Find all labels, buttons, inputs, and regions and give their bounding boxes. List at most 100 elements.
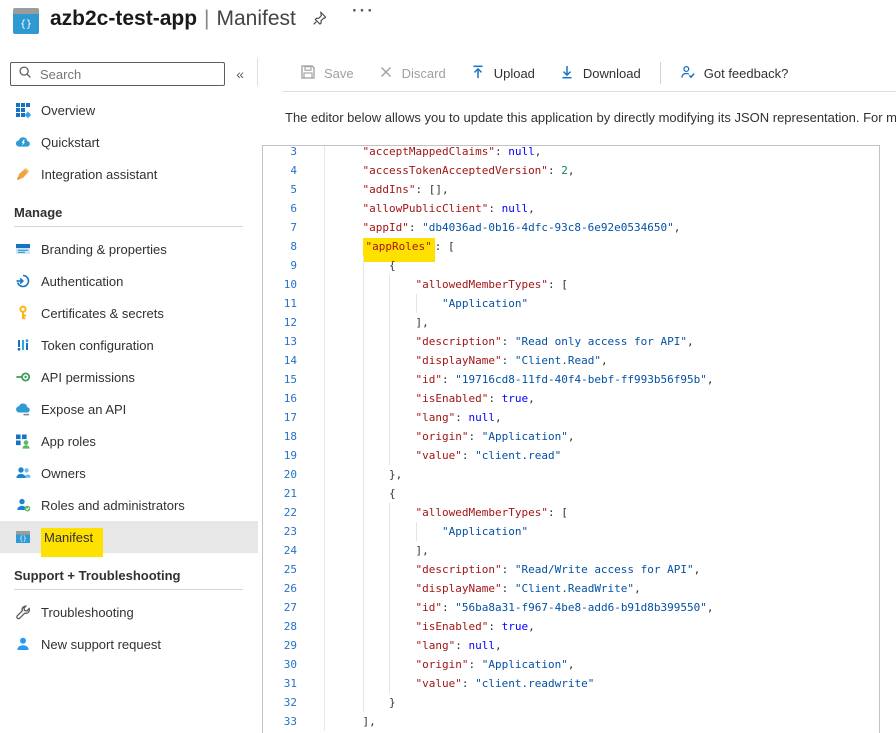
sidebar-item-authentication[interactable]: Authentication	[0, 265, 258, 297]
editor-line[interactable]: 4 "accessTokenAcceptedVersion": 2,	[263, 161, 879, 180]
editor-code-area[interactable]: 3 "acceptMappedClaims": null, 4 "accessT…	[263, 146, 879, 731]
sidebar-item-api-permissions[interactable]: API permissions	[0, 361, 258, 393]
editor-line[interactable]: 26 "displayName": "Client.ReadWrite",	[263, 579, 879, 598]
line-number: 31	[263, 674, 325, 693]
editor-line[interactable]: 11 "Application"	[263, 294, 879, 313]
line-number: 14	[263, 351, 325, 370]
editor-line[interactable]: 13 "description": "Read only access for …	[263, 332, 879, 351]
upload-button[interactable]: Upload	[458, 55, 547, 91]
sidebar-item-owners[interactable]: Owners	[0, 457, 258, 489]
sidebar-item-app-roles[interactable]: App roles	[0, 425, 258, 457]
sidebar-item-label: Certificates & secrets	[41, 305, 164, 321]
sidebar-item-roles-and-administrators[interactable]: Roles and administrators	[0, 489, 258, 521]
editor-line[interactable]: 29 "lang": null,	[263, 636, 879, 655]
toolbar-separator	[659, 62, 661, 84]
editor-line[interactable]: 24 ],	[263, 541, 879, 560]
expose-api-icon	[14, 401, 31, 417]
editor-line[interactable]: 7 "appId": "db4036ad-0b16-4dfc-93c8-6e92…	[263, 218, 879, 237]
editor-line[interactable]: 15 "id": "19716cd8-11fd-40f4-bebf-ff993b…	[263, 370, 879, 389]
collapse-sidebar-button[interactable]: «	[232, 64, 248, 84]
editor-line[interactable]: 12 ],	[263, 313, 879, 332]
editor-line[interactable]: 19 "value": "client.read"	[263, 446, 879, 465]
sidebar-item-integration-assistant[interactable]: Integration assistant	[0, 158, 258, 190]
editor-line[interactable]: 22 "allowedMemberTypes": [	[263, 503, 879, 522]
json-manifest-editor[interactable]: 3 "acceptMappedClaims": null, 4 "accessT…	[262, 145, 880, 733]
authentication-icon	[14, 273, 31, 289]
got-feedback-button[interactable]: Got feedback?	[668, 55, 801, 91]
line-number: 9	[263, 256, 325, 275]
line-number: 26	[263, 579, 325, 598]
line-number: 17	[263, 408, 325, 427]
editor-line[interactable]: 10 "allowedMemberTypes": [	[263, 275, 879, 294]
sidebar-item-label: Authentication	[41, 273, 124, 289]
editor-line[interactable]: 32 }	[263, 693, 879, 712]
sidebar-item-label: Expose an API	[41, 401, 127, 417]
line-number: 23	[263, 522, 325, 541]
sidebar-item-branding-properties[interactable]: Branding & properties	[0, 233, 258, 265]
sidebar-item-token-configuration[interactable]: Token configuration	[0, 329, 258, 361]
line-number: 20	[263, 465, 325, 484]
sidebar-item-new-support-request[interactable]: New support request	[0, 628, 258, 660]
sidebar-item-label: Troubleshooting	[41, 604, 134, 620]
token-configuration-icon	[14, 337, 31, 353]
line-number: 24	[263, 541, 325, 560]
toolbar-button-label: Download	[582, 65, 641, 81]
editor-line[interactable]: 23 "Application"	[263, 522, 879, 541]
line-number: 10	[263, 275, 325, 294]
sidebar-item-label: Quickstart	[41, 134, 100, 150]
editor-line[interactable]: 21 {	[263, 484, 879, 503]
editor-line[interactable]: 16 "isEnabled": true,	[263, 389, 879, 408]
line-number: 5	[263, 180, 325, 199]
toolbar-button-label: Upload	[493, 65, 535, 81]
sidebar-item-label: Integration assistant	[41, 166, 158, 182]
yellow-highlight-marker: Manifest	[41, 527, 104, 557]
discard-button[interactable]: Discard	[366, 55, 458, 91]
sidebar-section-manage: Manage	[14, 204, 63, 220]
editor-line[interactable]: 20 },	[263, 465, 879, 484]
editor-line[interactable]: 8 "appRoles": [	[263, 237, 879, 262]
editor-line[interactable]: 3 "acceptMappedClaims": null,	[263, 146, 879, 161]
more-options-button[interactable]: ···	[352, 1, 375, 21]
editor-line[interactable]: 17 "lang": null,	[263, 408, 879, 427]
certificates-icon	[14, 305, 31, 321]
sidebar-item-label: API permissions	[41, 369, 135, 385]
line-number: 8	[263, 237, 325, 256]
sidebar-item-certificates-secrets[interactable]: Certificates & secrets	[0, 297, 258, 329]
toolbar-button-label: Save	[324, 65, 354, 81]
toolbar-button-label: Got feedback?	[703, 65, 789, 81]
search-icon	[18, 65, 32, 84]
search-input-wrapper	[10, 62, 225, 86]
sidebar-item-manifest[interactable]: {} Manifest	[0, 521, 258, 557]
sidebar-item-troubleshooting[interactable]: Troubleshooting	[0, 596, 258, 628]
line-number: 12	[263, 313, 325, 332]
divider	[14, 226, 243, 227]
sidebar: « Overview Quickstart Integration assist…	[0, 48, 258, 733]
sidebar-item-overview[interactable]: Overview	[0, 94, 258, 126]
sidebar-item-quickstart[interactable]: Quickstart	[0, 126, 258, 158]
line-number: 29	[263, 636, 325, 655]
manifest-info-text: The editor below allows you to update th…	[285, 110, 896, 125]
divider	[14, 589, 243, 590]
editor-line[interactable]: 28 "isEnabled": true,	[263, 617, 879, 636]
editor-line[interactable]: 27 "id": "56ba8a31-f967-4be8-add6-b91d8b…	[263, 598, 879, 617]
line-number: 3	[263, 146, 325, 161]
page-title: azb2c-test-app | Manifest	[50, 7, 296, 31]
search-input[interactable]	[38, 65, 217, 83]
editor-line[interactable]: 25 "description": "Read/Write access for…	[263, 560, 879, 579]
editor-line[interactable]: 31 "value": "client.readwrite"	[263, 674, 879, 693]
save-button[interactable]: Save	[288, 55, 366, 91]
editor-line[interactable]: 30 "origin": "Application",	[263, 655, 879, 674]
editor-line[interactable]: 6 "allowPublicClient": null,	[263, 199, 879, 218]
download-button[interactable]: Download	[547, 55, 653, 91]
sidebar-item-expose-an-api[interactable]: Expose an API	[0, 393, 258, 425]
pin-icon[interactable]	[312, 10, 327, 31]
azure-portal-app-manifest-page: { "window": { "title_app": "azb2c-test-a…	[0, 0, 896, 733]
editor-line[interactable]: 5 "addIns": [],	[263, 180, 879, 199]
branding-icon	[14, 241, 31, 257]
editor-line[interactable]: 14 "displayName": "Client.Read",	[263, 351, 879, 370]
editor-line[interactable]: 9 {	[263, 256, 879, 275]
overview-icon	[14, 102, 31, 118]
editor-line[interactable]: 33 ],	[263, 712, 879, 731]
sidebar-nav: Overview Quickstart Integration assistan…	[0, 94, 258, 660]
editor-line[interactable]: 18 "origin": "Application",	[263, 427, 879, 446]
